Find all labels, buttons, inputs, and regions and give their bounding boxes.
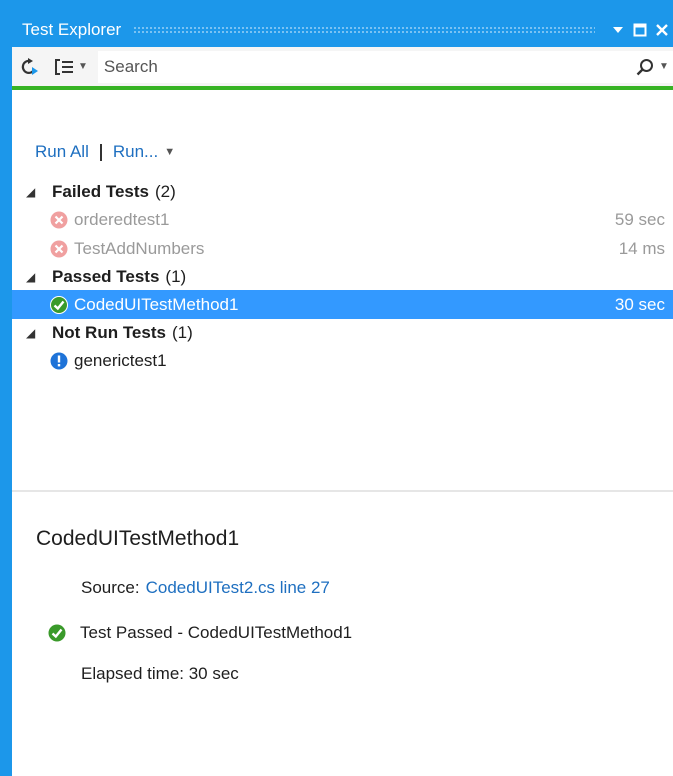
collapse-triangle-icon[interactable]: ◢ [26, 185, 38, 199]
group-by-icon[interactable] [50, 52, 80, 82]
source-link[interactable]: CodedUITest2.cs line 27 [146, 578, 330, 598]
test-duration: 14 ms [618, 238, 665, 258]
group-not-run-tests[interactable]: ◢ Not Run Tests (1) [12, 319, 673, 346]
run-link[interactable]: Run... [113, 142, 158, 162]
test-duration: 59 sec [614, 209, 665, 229]
failed-icon [50, 211, 68, 228]
test-item-codeduitestmethod1[interactable]: CodedUITestMethod1 30 sec [12, 290, 673, 319]
title-bar: Test Explorer [12, 12, 673, 47]
collapse-triangle-icon[interactable]: ◢ [26, 270, 38, 284]
group-name: Passed Tests [52, 266, 160, 286]
detail-title: CodedUITestMethod1 [36, 527, 240, 550]
test-item-orderedtest1[interactable]: orderedtest1 59 sec [12, 205, 673, 234]
group-passed-tests[interactable]: ◢ Passed Tests (1) [12, 263, 673, 290]
test-name: TestAddNumbers [74, 238, 205, 258]
not-run-info-icon [50, 352, 68, 369]
group-count: (1) [171, 322, 193, 342]
search-dropdown-icon[interactable]: ▼ [659, 61, 673, 72]
search-icon[interactable] [631, 58, 659, 76]
group-count: (1) [165, 266, 187, 286]
source-label: Source: [81, 578, 140, 597]
test-name: CodedUITestMethod1 [74, 294, 239, 314]
run-bar: Run All Run... ▼ [35, 142, 175, 162]
separator [99, 143, 102, 161]
result-text: Test Passed - CodedUITestMethod1 [80, 623, 353, 642]
result-row: Test Passed - CodedUITestMethod1 [48, 623, 352, 643]
group-count: (2) [155, 181, 176, 201]
group-by-dropdown-icon[interactable]: ▼ [78, 61, 88, 72]
test-duration: 30 sec [614, 294, 665, 314]
splitter[interactable] [12, 490, 673, 492]
toolbar: ▼ ▼ [12, 47, 673, 90]
failed-icon [50, 240, 68, 257]
group-by-refresh-icon[interactable] [16, 52, 46, 82]
test-name: orderedtest1 [74, 209, 170, 229]
search-box: ▼ [97, 50, 673, 83]
detail-pane: CodedUITestMethod1 Source: CodedUITest2.… [36, 527, 656, 683]
test-tree: ◢ Failed Tests (2) orderedtest1 59 sec T… [12, 178, 673, 375]
drag-grip[interactable] [133, 25, 595, 34]
close-icon[interactable] [651, 23, 673, 37]
passed-icon [48, 624, 66, 642]
search-input[interactable] [97, 55, 631, 78]
source-row: Source: CodedUITest2.cs line 27 [81, 578, 330, 598]
group-name: Not Run Tests [52, 322, 166, 342]
collapse-triangle-icon[interactable]: ◢ [26, 326, 38, 340]
test-item-testaddnumbers[interactable]: TestAddNumbers 14 ms [12, 234, 673, 263]
elapsed-time: Elapsed time: 30 sec [81, 664, 239, 683]
test-explorer-window: Test Explorer ▼ Search ▼ Run All Run... … [12, 12, 673, 776]
group-failed-tests[interactable]: ◢ Failed Tests (2) [12, 178, 673, 205]
run-dropdown-icon[interactable]: ▼ [164, 146, 175, 158]
group-name: Failed Tests [52, 181, 149, 201]
window-position-dropdown-icon[interactable] [607, 26, 629, 34]
test-item-generictest1[interactable]: generictest1 [12, 346, 673, 375]
window-title: Test Explorer [22, 19, 122, 39]
test-name: generictest1 [74, 350, 167, 370]
passed-icon [50, 295, 68, 314]
maximize-icon[interactable] [629, 23, 651, 37]
run-all-link[interactable]: Run All [35, 142, 89, 162]
